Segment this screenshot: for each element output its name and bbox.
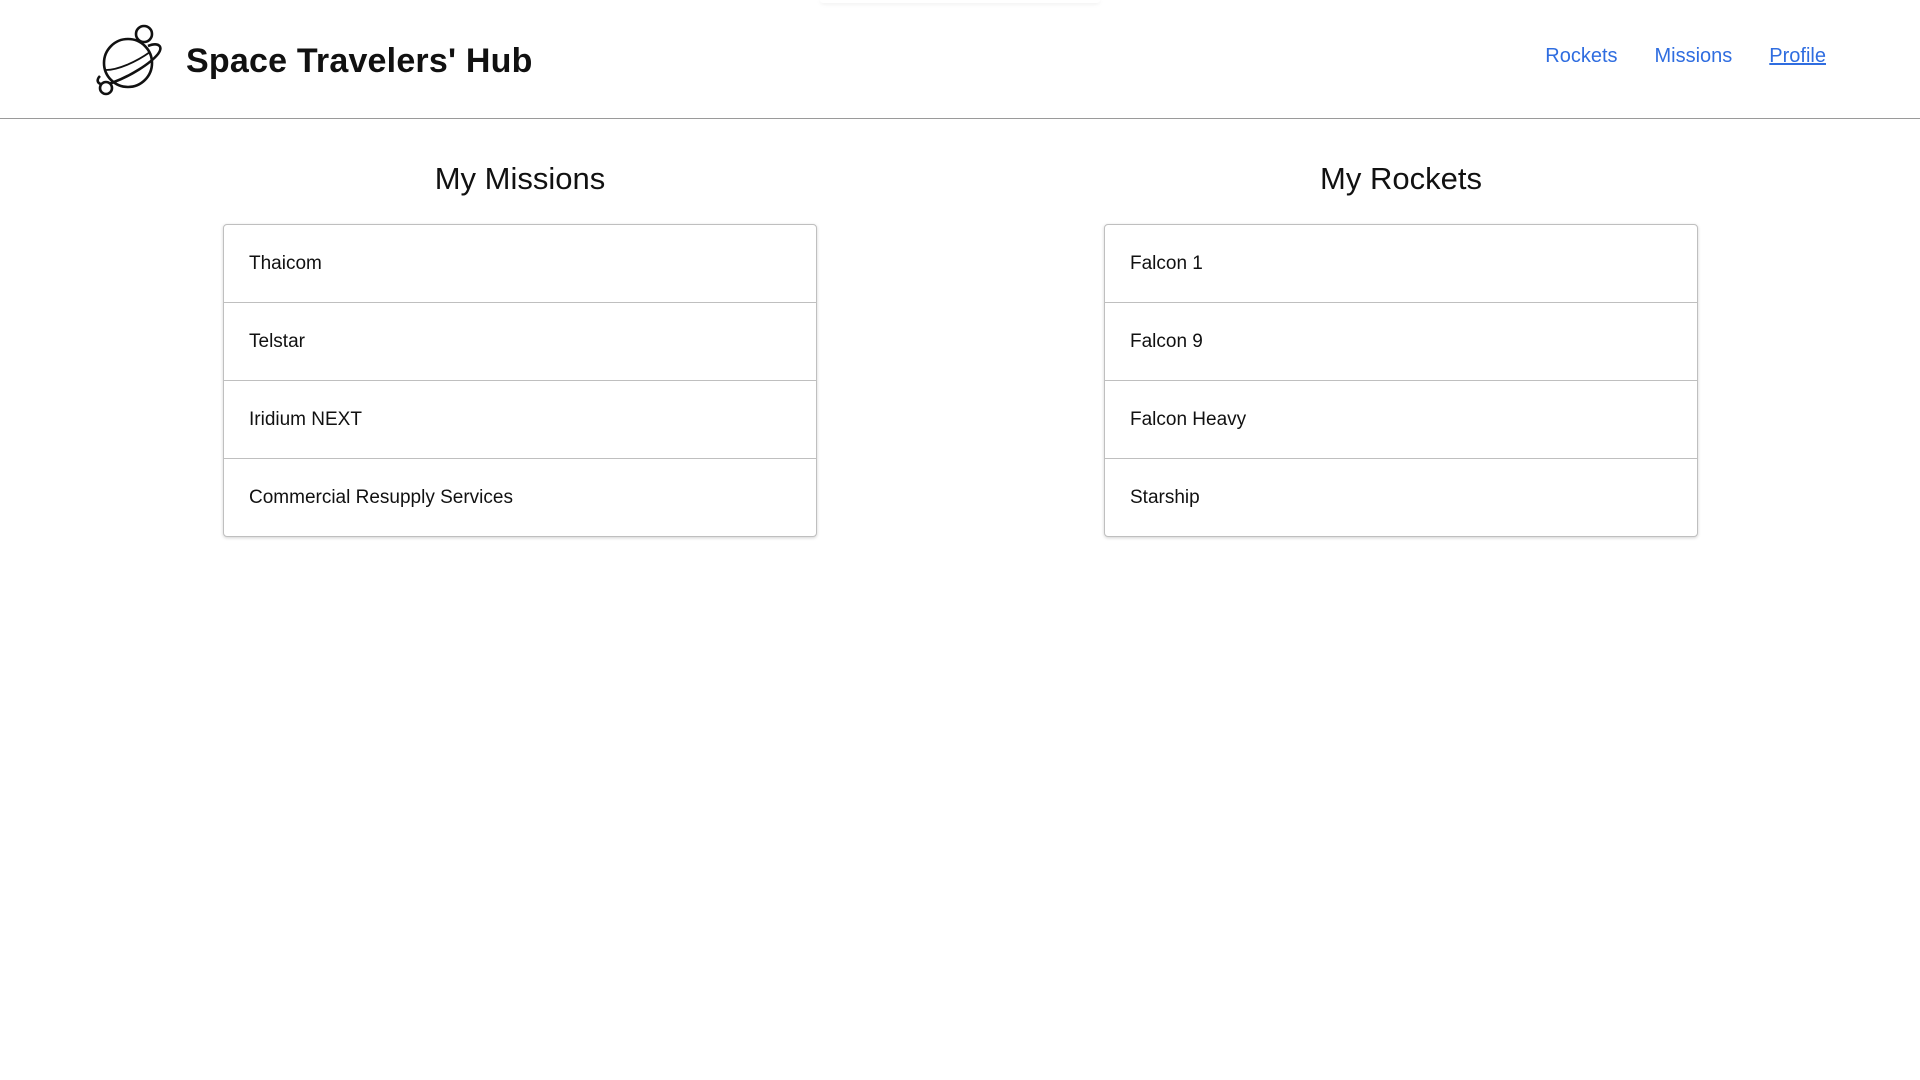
nav-link-profile[interactable]: Profile <box>1769 45 1826 68</box>
site-title: Space Travelers' Hub <box>186 41 533 80</box>
rocket-item: Falcon Heavy <box>1105 381 1697 459</box>
mission-item: Thaicom <box>224 225 816 303</box>
my-missions-title: My Missions <box>434 161 606 196</box>
brand[interactable]: Space Travelers' Hub <box>92 22 533 100</box>
rockets-list: Falcon 1 Falcon 9 Falcon Heavy Starship <box>1104 224 1698 537</box>
rocket-item: Falcon 9 <box>1105 303 1697 381</box>
mission-item: Commercial Resupply Services <box>249 487 513 508</box>
rocket-item: Starship <box>1130 487 1200 508</box>
missions-list: Thaicom Telstar Iridium NEXT Commercial … <box>223 224 817 537</box>
rocket-item: Falcon 1 <box>1105 225 1697 303</box>
mission-item: Telstar <box>224 303 816 381</box>
mission-item: Iridium NEXT <box>224 381 816 459</box>
nav-link-missions[interactable]: Missions <box>1655 45 1733 68</box>
nav-link-rockets[interactable]: Rockets <box>1545 45 1617 68</box>
planet-icon <box>96 24 162 96</box>
my-rockets-title: My Rockets <box>1320 161 1482 196</box>
main-nav: Rockets Missions Profile <box>1545 45 1826 68</box>
my-rockets-section: My Rockets Falcon 1 Falcon 9 Falcon Heav… <box>1104 155 1698 537</box>
my-missions-section: My Missions Thaicom Telstar Iridium NEXT… <box>223 155 817 537</box>
site-header: Space Travelers' Hub Rockets Missions Pr… <box>0 0 1920 119</box>
